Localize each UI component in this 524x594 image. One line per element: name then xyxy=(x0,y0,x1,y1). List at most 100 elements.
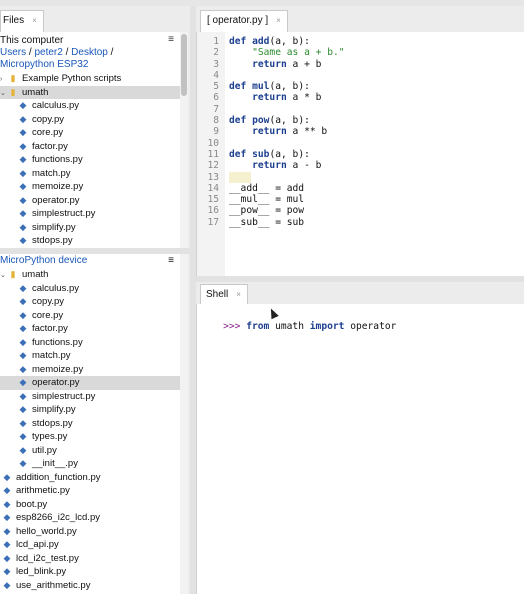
tab-files[interactable]: Files × xyxy=(0,10,44,32)
computer-header: This computer Users / peter2 / Desktop /… xyxy=(0,32,180,72)
file-item[interactable]: ◆ memoize.py xyxy=(0,180,180,194)
breadcrumb-desktop[interactable]: Desktop xyxy=(71,47,108,58)
file-item[interactable]: ◆ factor.py xyxy=(0,322,180,336)
file-item[interactable]: ◆ simplestruct.py xyxy=(0,207,180,221)
code-text: def sub(a, b): xyxy=(229,148,310,160)
python-file-icon: ◆ xyxy=(19,390,27,401)
file-item[interactable]: ◆ functions.py xyxy=(0,336,180,350)
file-item[interactable]: ◆ core.py xyxy=(0,309,180,323)
file-item[interactable]: ◆ types.py xyxy=(0,430,180,444)
file-item[interactable]: ◆ boot.py xyxy=(0,498,180,512)
python-file-icon: ◆ xyxy=(19,458,27,468)
code-line[interactable]: 9 return a ** b xyxy=(197,126,524,137)
code-line[interactable]: 13 xyxy=(197,171,524,183)
code-line[interactable]: 4 xyxy=(197,70,524,81)
shell-command[interactable]: from umath import operator xyxy=(246,321,396,332)
file-item[interactable]: ◆ stdops.py xyxy=(0,234,180,248)
code-line[interactable]: 12 return a - b xyxy=(197,160,524,171)
python-file-icon: ◆ xyxy=(19,235,27,245)
code-line[interactable]: 1 def add(a, b): xyxy=(197,36,524,47)
file-item[interactable]: ◆ match.py xyxy=(0,349,180,363)
folder-icon: ▮ xyxy=(10,86,16,97)
file-item[interactable]: ◆ copy.py xyxy=(0,295,180,309)
folder-item[interactable]: ⌄ ▮ umath xyxy=(0,268,180,282)
code-line[interactable]: 10 xyxy=(197,138,524,149)
file-item[interactable]: ◆ lcd_i2c_test.py xyxy=(0,552,180,566)
folder-icon: ▮ xyxy=(10,269,16,279)
line-number: 10 xyxy=(207,137,219,149)
code-line[interactable]: 7 xyxy=(197,104,524,115)
folder-icon: ▮ xyxy=(10,73,16,83)
code-line[interactable]: 6 return a * b xyxy=(197,92,524,103)
close-icon[interactable]: × xyxy=(276,16,281,25)
code-line[interactable]: 5 def mul(a, b): xyxy=(197,81,524,92)
file-label: Example Python scripts xyxy=(22,73,122,84)
chevron-right-icon[interactable]: › xyxy=(0,73,8,87)
file-item[interactable]: ◆ util.py xyxy=(0,444,180,458)
code-line[interactable]: 14 __add__ = add xyxy=(197,183,524,194)
close-icon[interactable]: × xyxy=(32,16,37,25)
folder-item[interactable]: › ▮ Example Python scripts xyxy=(0,72,180,86)
shell-line[interactable]: >>> from umath import operator xyxy=(197,304,524,343)
tab-shell[interactable]: Shell × xyxy=(200,284,248,304)
file-item[interactable]: ◆ calculus.py xyxy=(0,282,180,296)
shell-console[interactable]: >>> from umath import operator xyxy=(196,304,524,594)
file-item[interactable]: ◆ addition_function.py xyxy=(0,471,180,485)
breadcrumb-peter2[interactable]: peter2 xyxy=(34,47,62,58)
file-item[interactable]: ◆ match.py xyxy=(0,167,180,181)
file-label: functions.py xyxy=(32,154,83,165)
code-editor[interactable]: 1 def add(a, b): 2 "Same as a + b." 3 retur… xyxy=(196,32,524,276)
chevron-down-icon[interactable]: ⌄ xyxy=(0,269,8,283)
file-item[interactable]: ◆ calculus.py xyxy=(0,99,180,113)
close-icon[interactable]: × xyxy=(236,290,241,299)
file-item[interactable]: ◆ operator.py xyxy=(0,194,180,208)
file-item[interactable]: ◆ esp8266_i2c_lcd.py xyxy=(0,511,180,525)
file-item[interactable]: ◆ __init__.py xyxy=(0,457,180,471)
line-number: 2 xyxy=(213,47,219,59)
code-line[interactable]: 16 __pow__ = pow xyxy=(197,205,524,216)
code-line[interactable]: 2 "Same as a + b." xyxy=(197,47,524,58)
computer-scrollbar[interactable] xyxy=(180,32,188,248)
file-item[interactable]: ◆ simplify.py xyxy=(0,403,180,417)
file-item[interactable]: ◆ functions.py xyxy=(0,153,180,167)
python-file-icon: ◆ xyxy=(19,323,27,333)
tab-operator-py[interactable]: [ operator.py ] × xyxy=(200,10,288,32)
file-item[interactable]: ◆ operator.py xyxy=(0,376,180,390)
editor-tab-label: [ operator.py ] xyxy=(207,15,269,26)
code-line[interactable]: 15 __mul__ = mul xyxy=(197,194,524,205)
file-item[interactable]: ◆ use_arithmetic.py xyxy=(0,579,180,593)
code-line[interactable]: 3 return a + b xyxy=(197,59,524,70)
file-item[interactable]: ◆ copy.py xyxy=(0,113,180,127)
code-line[interactable]: 8 def pow(a, b): xyxy=(197,115,524,126)
file-label: core.py xyxy=(32,309,64,321)
file-item[interactable]: ◆ memoize.py xyxy=(0,363,180,377)
code-line[interactable]: 11 def sub(a, b): xyxy=(197,149,524,160)
python-file-icon: ◆ xyxy=(19,208,27,218)
file-item[interactable]: ◆ stdops.py xyxy=(0,417,180,431)
device-scrollbar[interactable] xyxy=(180,254,188,594)
file-item[interactable]: ◆ simplestruct.py xyxy=(0,390,180,404)
file-item[interactable]: ◆ simplify.py xyxy=(0,221,180,235)
file-label: use_arithmetic.py xyxy=(16,579,91,591)
file-item[interactable]: ◆ core.py xyxy=(0,126,180,140)
file-item[interactable]: ◆ led_blink.py xyxy=(0,565,180,579)
file-item[interactable]: ◆ arithmetic.py xyxy=(0,484,180,498)
file-item[interactable]: ◆ lcd_api.py xyxy=(0,538,180,552)
folder-item[interactable]: ⌄ ▮ umath xyxy=(0,85,180,101)
file-item[interactable]: ◆ factor.py xyxy=(0,140,180,154)
device-menu-icon[interactable]: ≡ xyxy=(168,255,174,266)
computer-menu-icon[interactable]: ≡ xyxy=(168,34,174,45)
file-item[interactable]: ◆ hello_world.py xyxy=(0,525,180,539)
breadcrumb-sep: / xyxy=(110,47,114,58)
python-file-icon: ◆ xyxy=(19,336,27,347)
chevron-down-icon[interactable]: ⌄ xyxy=(0,87,8,101)
code-area[interactable]: 1 def add(a, b): 2 "Same as a + b." 3 retur… xyxy=(197,36,524,228)
files-pane: Files × This computer Users / peter2 / De… xyxy=(0,6,190,594)
code-text: def mul(a, b): xyxy=(229,81,310,93)
file-label: addition_function.py xyxy=(16,471,101,483)
code-line[interactable]: 17 __sub__ = sub xyxy=(197,217,524,228)
breadcrumb-users[interactable]: Users xyxy=(0,47,26,58)
computer-scroll-thumb[interactable] xyxy=(181,34,187,96)
code-text: __add__ = add xyxy=(229,182,305,194)
breadcrumb-esp32[interactable]: Micropython ESP32 xyxy=(0,59,180,71)
